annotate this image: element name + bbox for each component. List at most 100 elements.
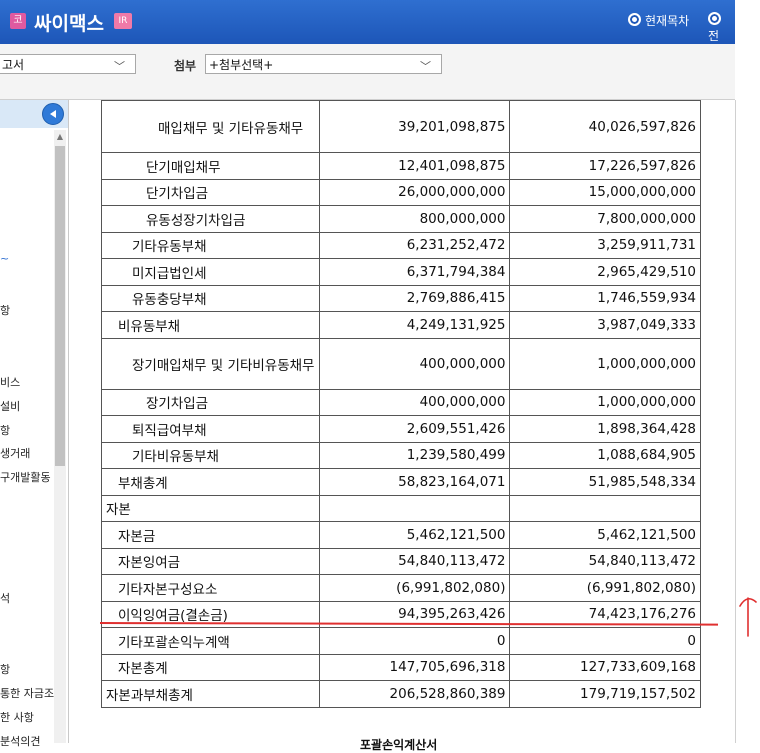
current-value: (6,991,802,080) — [318, 574, 511, 602]
sidebar-item[interactable]: 설비 — [0, 398, 54, 414]
chevron-down-icon: ﹀ — [420, 60, 431, 73]
prior-value: 5,462,121,500 — [509, 521, 701, 549]
table-row: 퇴직급여부채 2,609,551,426 1,898,364,428 — [101, 415, 701, 443]
sidebar-item[interactable]: 구개발활동 — [0, 469, 54, 485]
current-value: 206,528,860,389 — [318, 680, 511, 708]
row-label: 기타포괄손익누계액 — [101, 627, 320, 655]
table-row: 자본잉여금 54,840,113,472 54,840,113,472 — [101, 547, 701, 575]
red-arrow-annotation-icon — [739, 597, 757, 637]
current-value: 800,000,000 — [318, 205, 511, 233]
sidebar-scrollbar[interactable]: ▲ — [54, 130, 66, 743]
row-label: 단기차입금 — [101, 178, 320, 206]
attach-label: 첨부 — [174, 59, 197, 73]
row-label: 매입채무 및 기타유동채무 — [101, 100, 320, 153]
row-label: 자본 — [101, 494, 320, 522]
toc-sidebar: ~ 항 비스 설비 항 생거래 구개발활동 석 항 통한 자금조 한 사항 분석… — [0, 100, 69, 748]
current-value: 54,840,113,472 — [318, 547, 511, 575]
table-row: 비유동부채 4,249,131,925 3,987,049,333 — [101, 311, 701, 339]
table-row: 자본 — [101, 494, 701, 522]
prior-value: 1,088,684,905 — [509, 441, 701, 469]
sidebar-item[interactable]: 분석의견 — [0, 733, 54, 749]
prior-value: 179,719,157,502 — [509, 680, 701, 708]
row-label: 부채총계 — [101, 468, 320, 496]
row-label: 자본금 — [101, 521, 320, 549]
scroll-up-icon[interactable]: ▲ — [54, 132, 66, 142]
row-label: 장기차입금 — [101, 388, 320, 416]
prior-value: 3,987,049,333 — [509, 311, 701, 339]
radio-current-toc[interactable]: 현재목차 — [628, 12, 689, 29]
current-value: 2,609,551,426 — [318, 415, 511, 443]
collapse-sidebar-icon[interactable] — [42, 103, 64, 125]
row-label: 자본잉여금 — [101, 547, 320, 575]
sidebar-item[interactable]: 비스 — [0, 374, 54, 390]
sidebar-marker[interactable]: ~ — [0, 252, 54, 265]
company-title[interactable]: 싸이맥스 — [34, 9, 104, 36]
table-row: 기타자본구성요소 (6,991,802,080) (6,991,802,080) — [101, 574, 701, 602]
attach-select[interactable]: +첨부선택+ ﹀ — [205, 54, 442, 74]
table-row: 부채총계 58,823,164,071 51,985,548,334 — [101, 468, 701, 496]
row-label: 자본총계 — [101, 653, 320, 681]
table-row: 미지급법인세 6,371,794,384 2,965,429,510 — [101, 258, 701, 286]
radio-icon — [708, 12, 721, 25]
table-row: 자본총계 147,705,696,318 127,733,609,168 — [101, 653, 701, 681]
current-value: 400,000,000 — [318, 388, 511, 416]
table-row: 자본과부채총계 206,528,860,389 179,719,157,502 — [101, 680, 701, 708]
radio-all-label: 전 — [708, 29, 720, 43]
prior-value: 15,000,000,000 — [509, 178, 701, 206]
table-row: 자본금 5,462,121,500 5,462,121,500 — [101, 521, 701, 549]
row-label: 유동충당부채 — [101, 284, 320, 312]
table-row: 유동성장기차입금 800,000,000 7,800,000,000 — [101, 205, 701, 233]
current-value: 147,705,696,318 — [318, 653, 511, 681]
row-label: 유동성장기차입금 — [101, 205, 320, 233]
table-row: 기타포괄손익누계액 0 0 — [101, 627, 701, 655]
current-value: 6,371,794,384 — [318, 258, 511, 286]
current-value: 1,239,580,499 — [318, 441, 511, 469]
sidebar-header — [0, 100, 68, 128]
row-label: 비유동부채 — [101, 311, 320, 339]
row-label: 기타자본구성요소 — [101, 574, 320, 602]
sidebar-item[interactable]: 통한 자금조 — [0, 685, 54, 701]
sidebar-item[interactable]: 한 사항 — [0, 709, 54, 725]
current-value: 0 — [318, 627, 511, 655]
current-value: 400,000,000 — [318, 337, 511, 390]
table-row: 기타비유동부채 1,239,580,499 1,088,684,905 — [101, 441, 701, 469]
sidebar-item[interactable]: 항 — [0, 661, 54, 677]
row-label: 퇴직급여부채 — [101, 415, 320, 443]
company-market-badge: 코 — [10, 13, 26, 29]
document-viewer: 매입채무 및 기타유동채무 39,201,098,875 40,026,597,… — [70, 100, 736, 752]
report-select[interactable]: 고서 ﹀ — [0, 54, 136, 74]
prior-value: 127,733,609,168 — [509, 653, 701, 681]
prior-value: (6,991,802,080) — [509, 574, 701, 602]
ir-badge[interactable]: IR — [114, 13, 132, 29]
table-row: 단기매입채무 12,401,098,875 17,226,597,826 — [101, 152, 701, 180]
current-value: 4,249,131,925 — [318, 311, 511, 339]
row-label: 기타유동부채 — [101, 231, 320, 259]
radio-selected-icon — [628, 13, 641, 26]
next-section-heading: 포괄손익계산서 — [360, 738, 438, 752]
table-row: 장기차입금 400,000,000 1,000,000,000 — [101, 388, 701, 416]
radio-all-toc[interactable]: 전 — [708, 12, 735, 44]
prior-value: 1,000,000,000 — [509, 388, 701, 416]
table-row: 유동충당부채 2,769,886,415 1,746,559,934 — [101, 284, 701, 312]
report-select-value: 고서 — [2, 58, 25, 72]
prior-value: 2,965,429,510 — [509, 258, 701, 286]
row-label: 단기매입채무 — [101, 152, 320, 180]
sidebar-item[interactable]: 석 — [0, 590, 54, 606]
current-value: 58,823,164,071 — [318, 468, 511, 496]
balance-sheet-table: 매입채무 및 기타유동채무 39,201,098,875 40,026,597,… — [101, 100, 701, 708]
prior-value: 1,746,559,934 — [509, 284, 701, 312]
prior-value: 7,800,000,000 — [509, 205, 701, 233]
current-value: 5,462,121,500 — [318, 521, 511, 549]
attach-select-value: +첨부선택+ — [209, 58, 274, 72]
current-value: 2,769,886,415 — [318, 284, 511, 312]
sidebar-item[interactable]: 생거래 — [0, 445, 54, 461]
sidebar-item[interactable]: 항 — [0, 302, 54, 318]
prior-value — [509, 494, 701, 522]
prior-value: 17,226,597,826 — [509, 152, 701, 180]
table-row: 단기차입금 26,000,000,000 15,000,000,000 — [101, 178, 701, 206]
sidebar-item[interactable]: 항 — [0, 422, 54, 438]
prior-value: 51,985,548,334 — [509, 468, 701, 496]
table-row: 기타유동부채 6,231,252,472 3,259,911,731 — [101, 231, 701, 259]
scrollbar-thumb[interactable] — [55, 146, 65, 466]
toolbar: 고서 ﹀ 첨부 +첨부선택+ ﹀ — [0, 44, 735, 100]
